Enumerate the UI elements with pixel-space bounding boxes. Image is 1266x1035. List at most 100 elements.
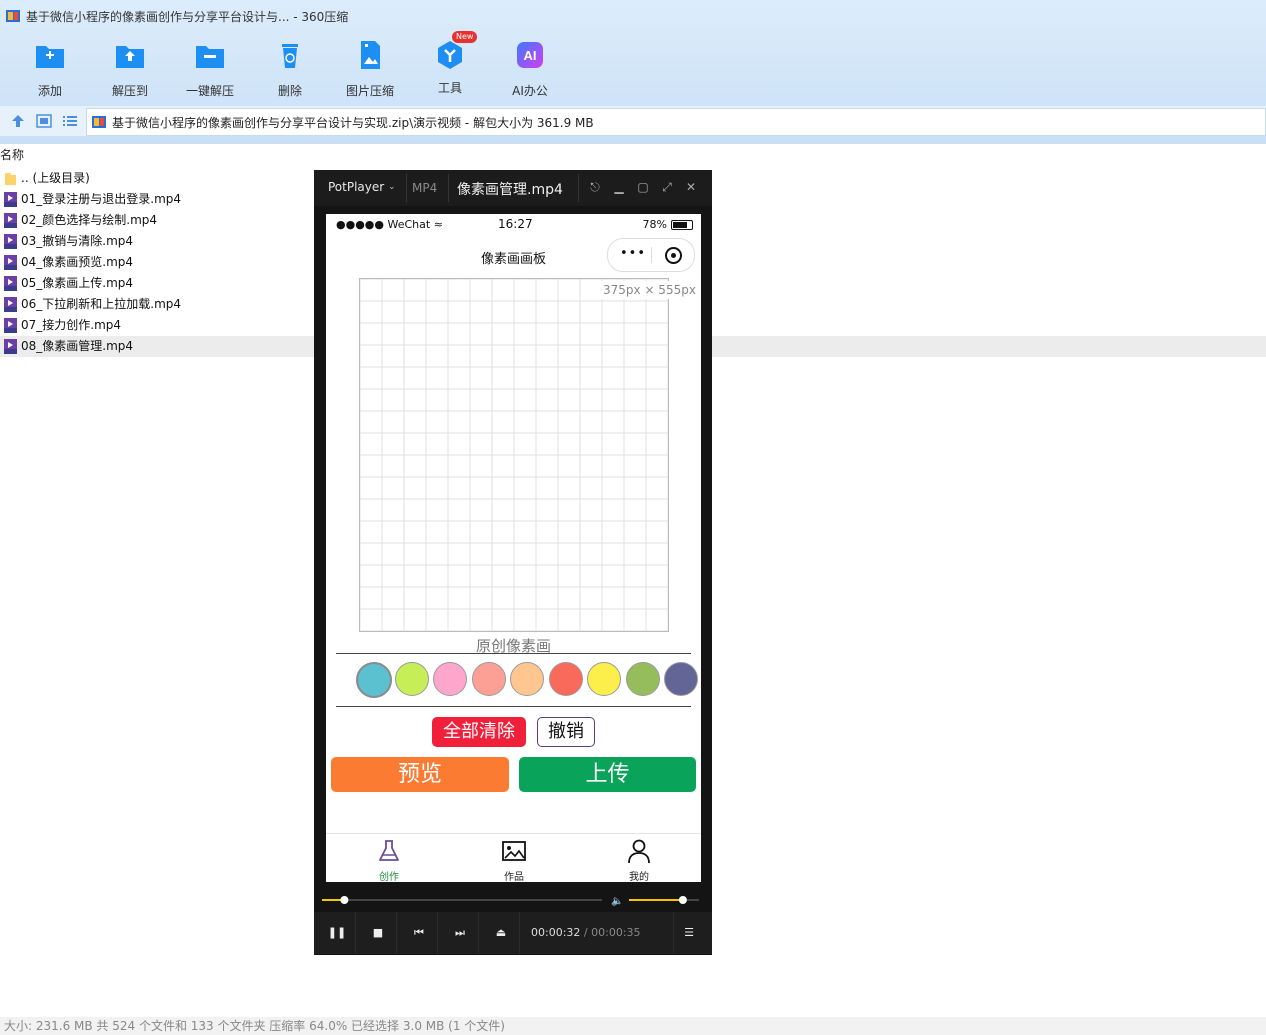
ai-office-icon: AI <box>517 42 543 68</box>
control-divider <box>355 912 356 954</box>
time-separator: / <box>583 926 588 939</box>
color-swatch[interactable] <box>471 662 506 696</box>
folder-icon <box>5 173 16 185</box>
mp4-file-icon <box>4 192 17 207</box>
pixel-grid[interactable] <box>360 279 668 631</box>
navigation-row: 基于微信小程序的像素画创作与分享平台设计与实现.zip\演示视频 - 解包大小为… <box>0 106 1266 136</box>
playing-filename: 像素画管理.mp4 <box>457 182 563 198</box>
upload-button[interactable]: 上传 <box>519 757 696 792</box>
pin-icon[interactable]: ⎋ <box>588 180 602 195</box>
control-divider <box>437 912 438 954</box>
potplayer-menu[interactable]: PotPlayer <box>328 180 384 194</box>
undo-button[interactable]: 撤销 <box>537 717 595 747</box>
list-view-icon[interactable] <box>61 112 79 130</box>
control-divider <box>673 912 674 954</box>
phone-status-bar: ●●●●● WeChat ≈ 16:27 78% <box>326 214 701 236</box>
archive-file-icon <box>92 116 106 128</box>
add-label: 添加 <box>37 84 62 98</box>
chevron-down-icon[interactable]: ⌄ <box>388 182 396 192</box>
tools-label: 工具 <box>437 81 462 95</box>
control-divider <box>396 912 397 954</box>
close-icon[interactable]: ✕ <box>684 180 698 194</box>
more-icon[interactable]: ••• <box>620 246 646 261</box>
extract-to-icon <box>116 46 144 68</box>
file-name: 04_像素画预览.mp4 <box>21 255 134 269</box>
potplayer-title-bar: PotPlayer ⌄ MP4 像素画管理.mp4 ⎋ ▁ ▢ ⤢ ✕ <box>314 170 712 206</box>
color-swatch[interactable] <box>587 662 621 696</box>
seek-handle[interactable] <box>340 896 349 904</box>
wifi-icon: ≈ <box>433 218 443 231</box>
title-bar: 基于微信小程序的像素画创作与分享平台设计与... - 360压缩 <box>0 0 1266 32</box>
tab-works-label: 作品 <box>504 872 524 882</box>
status-text: 大小: 231.6 MB 共 524 个文件和 133 个文件夹 压缩率 64.… <box>4 1019 505 1033</box>
mp4-file-icon <box>4 318 17 333</box>
user-icon <box>628 839 650 864</box>
color-swatch[interactable] <box>664 662 698 696</box>
next-icon[interactable]: ⏭ <box>448 922 472 944</box>
extract-to-button[interactable]: 解压到 <box>90 38 170 99</box>
image-compress-icon <box>361 41 380 69</box>
up-arrow-icon[interactable] <box>9 112 27 130</box>
parent-directory-label: .. (上级目录) <box>21 171 90 185</box>
new-badge: New <box>452 31 478 43</box>
mini-program-capsule[interactable]: ••• <box>607 238 695 272</box>
tab-create[interactable]: 创作 <box>359 838 419 882</box>
preview-button[interactable]: 预览 <box>331 757 509 792</box>
close-target-icon[interactable] <box>665 247 682 264</box>
tab-works[interactable]: 作品 <box>484 838 544 882</box>
seek-area: 🔈 <box>322 896 699 907</box>
pixel-canvas[interactable] <box>359 278 669 632</box>
color-swatch[interactable] <box>510 662 544 696</box>
add-button[interactable]: 添加 <box>10 38 90 99</box>
battery-icon <box>671 220 693 230</box>
battery-indicator: 78% <box>643 218 693 231</box>
player-controls: ❚❚ ■ ⏮ ⏭ ⏏ 00:00:32 / 00:00:35 ☰ <box>314 912 712 954</box>
current-time: 00:00:32 <box>531 926 581 939</box>
color-swatch[interactable] <box>548 662 583 696</box>
capsule-divider <box>651 247 652 263</box>
file-name: 07_接力创作.mp4 <box>21 318 122 332</box>
control-divider <box>478 912 479 954</box>
view-mode-icon[interactable] <box>35 112 53 130</box>
volume-icon[interactable]: 🔈 <box>611 896 623 907</box>
fullscreen-icon[interactable]: ⤢ <box>660 180 674 195</box>
tools-icon-wrap: New <box>433 31 478 72</box>
phone-time: 16:27 <box>498 217 533 231</box>
delete-label: 删除 <box>277 84 302 98</box>
previous-icon[interactable]: ⏮ <box>407 922 431 944</box>
stop-icon[interactable]: ■ <box>366 922 390 944</box>
potplayer-window: PotPlayer ⌄ MP4 像素画管理.mp4 ⎋ ▁ ▢ ⤢ ✕ ●●●●… <box>314 170 712 955</box>
mp4-file-icon <box>4 255 17 270</box>
maximize-icon[interactable]: ▢ <box>636 180 650 194</box>
minimize-icon[interactable]: ▁ <box>612 180 626 194</box>
file-name: 06_下拉刷新和上拉加载.mp4 <box>21 297 182 311</box>
control-divider <box>519 912 520 954</box>
color-swatch[interactable] <box>394 662 429 696</box>
pause-icon[interactable]: ❚❚ <box>325 922 349 944</box>
one-click-extract-label: 一键解压 <box>185 84 234 98</box>
menu-icon[interactable]: ☰ <box>677 922 701 944</box>
volume-handle[interactable] <box>678 896 687 904</box>
mp4-file-icon <box>4 213 17 228</box>
color-swatch[interactable] <box>625 662 660 696</box>
image-compress-button[interactable]: 图片压缩 <box>330 38 410 99</box>
extract-to-label: 解压到 <box>111 84 148 98</box>
color-swatch[interactable] <box>356 662 392 698</box>
ai-office-label: AI办公 <box>512 84 548 98</box>
column-header-name[interactable]: 名称 <box>0 146 24 163</box>
color-swatch[interactable] <box>433 662 467 696</box>
file-name: 05_像素画上传.mp4 <box>21 276 134 290</box>
tab-mine[interactable]: 我的 <box>609 838 669 882</box>
clear-all-button[interactable]: 全部清除 <box>432 717 526 747</box>
image-compress-label: 图片压缩 <box>345 84 394 98</box>
flask-icon <box>379 840 399 861</box>
tools-icon <box>438 41 462 69</box>
tools-button[interactable]: New 工具 <box>410 31 490 96</box>
delete-button[interactable]: 删除 <box>250 38 330 99</box>
address-bar[interactable]: 基于微信小程序的像素画创作与分享平台设计与实现.zip\演示视频 - 解包大小为… <box>86 108 1266 136</box>
eject-icon[interactable]: ⏏ <box>489 922 513 944</box>
format-label: MP4 <box>412 181 438 195</box>
one-click-extract-button[interactable]: 一键解压 <box>170 38 250 99</box>
mp4-file-icon <box>4 234 17 249</box>
ai-office-button[interactable]: AI AI办公 <box>490 38 570 99</box>
